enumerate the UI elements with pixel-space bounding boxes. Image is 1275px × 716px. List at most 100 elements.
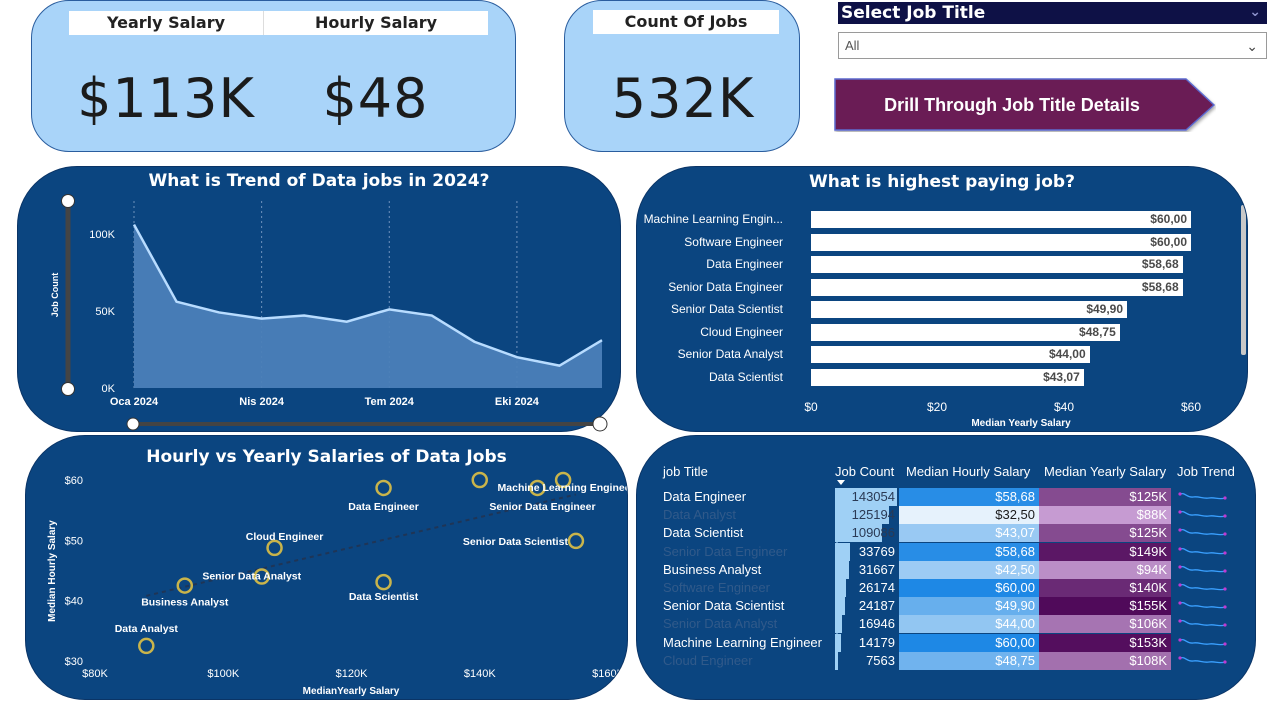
trend-x-tick: Nis 2024 [239,396,285,408]
col-header-job-count[interactable]: Job Count [835,464,894,479]
job-trend-sparkline [1178,637,1227,646]
bar-row[interactable]: Data Scientist $43,07 [637,368,1247,386]
table-row-title[interactable]: Business Analyst [663,561,835,579]
bar-row[interactable]: Cloud Engineer $48,75 [637,323,1247,341]
sparkline-start-dot [1178,492,1182,496]
sparkline-start-dot [1178,619,1182,623]
sparkline-path [1179,583,1226,591]
bar-scrollbar[interactable] [1241,205,1246,355]
trend-chart: 100K 50K 0KOca 2024 Nis 2024 Tem 2024 Eki 202… [50,201,603,408]
slicer-title-text: Select Job Title [841,3,986,23]
yearly-salary-value: $113K [77,67,255,130]
scatter-point-label: Senior Data Analyst [202,571,301,583]
table-cell-count: 14179 [858,634,895,650]
table-row-title[interactable]: Cloud Engineer [663,652,835,670]
salary-kpi-card: Yearly Salary Hourly Salary $113K $48 [31,0,516,152]
sparkline-start-dot [1178,583,1182,587]
trend-y-tick: 100K [89,229,115,241]
scatter-point-label: Data Scientist [349,591,419,603]
bar[interactable]: $49,90 [811,301,1128,318]
scatter-point-label: Senior Data Scientist [463,536,569,548]
bar-category-label: Cloud Engineer [700,324,783,339]
bar[interactable]: $60,00 [811,233,1191,251]
slicer-title: Select Job Title ⌄ [838,2,1267,24]
scatter-panel: Hourly vs Yearly Salaries of Data Jobs $… [25,435,628,700]
job-trend-sparkline [1178,546,1227,555]
sparkline-path [1179,565,1226,573]
bar-x-axis-title: Median Yearly Salary [971,418,1071,429]
table-scrollbar[interactable] [836,488,838,670]
table-row-title[interactable]: Software Engineer [663,579,835,597]
table-cell-yearly: $140K [1039,579,1171,597]
bar[interactable]: $58,68 [811,278,1183,296]
col-header-job-trend[interactable]: Job Trend [1177,464,1235,479]
job-title-dropdown[interactable]: All ⌄ [838,32,1267,59]
slicer-collapse-icon[interactable]: ⌄ [1249,1,1261,23]
scatter-point-label: Machine Learning Engineer [498,482,628,494]
sparkline-start-dot [1178,656,1182,660]
bar-row[interactable]: Machine Learning Engin... $60,00 [637,211,1247,228]
table-row-title[interactable]: Senior Data Analyst [663,615,835,633]
sparkline-start-dot [1178,510,1182,514]
bar[interactable]: $44,00 [811,346,1090,363]
sparkline-end-dot [1223,605,1227,609]
drill-through-button[interactable]: Drill Through Job Title Details [834,78,1216,132]
table-row-title[interactable]: Machine Learning Engineer [663,634,835,652]
bar[interactable]: $60,00 [811,211,1191,228]
col-header-median-hourly[interactable]: Median Hourly Salary [906,464,1030,479]
scatter-point [375,573,392,591]
bar-value-label: $58,68 [1141,257,1179,271]
table-row-title[interactable]: Data Engineer [663,488,835,506]
bar-value-label: $58,68 [1141,279,1179,294]
table-cell-hourly: $44,00 [899,615,1039,634]
bar-value-label: $44,00 [1048,347,1086,361]
table-cell-yearly: $149K [1039,542,1171,561]
col-header-job-title[interactable]: job Title [663,464,708,479]
table-row-title[interactable]: Data Scientist [663,524,835,542]
table-cell-count: 26174 [858,580,895,595]
table-cell-yearly: $106K [1039,615,1171,634]
table-cell-hourly: $60,00 [899,633,1039,652]
bar[interactable]: $58,68 [811,256,1183,273]
bar-value-label: $60,00 [1150,212,1187,226]
trend-x-tick: Eki 2024 [495,396,540,408]
col-header-median-yearly[interactable]: Median Yearly Salary [1044,464,1166,479]
bar[interactable]: $43,07 [811,368,1084,386]
bar-row[interactable]: Software Engineer $60,00 [637,233,1247,251]
scatter-point-label: Data Analyst [115,623,179,635]
table-cell-yearly: $125K [1039,524,1171,543]
scatter-point [176,577,194,594]
bar-category-label: Software Engineer [684,234,783,249]
scatter-point-label: Business Analyst [141,597,229,609]
scatter-x-tick: $100K [207,668,239,680]
sparkline-path [1179,638,1226,645]
table-cell-count: 143054 [851,489,895,504]
sparkline-end-dot [1223,587,1227,591]
job-trend-sparkline [1178,656,1227,664]
sparkline-path [1179,602,1226,609]
bar-value-label: $49,90 [1086,302,1124,316]
job-trend-sparkline [1178,510,1227,518]
bar-row[interactable]: Senior Data Engineer $58,68 [637,278,1247,296]
table-row-title[interactable]: Data Analyst [663,506,835,524]
scatter-chart: $80K $100K $120K $140K $160K $60 $50 $40 $30 Medi… [47,471,628,697]
bar-value-label: $60,00 [1150,234,1187,249]
scatter-point-label: Senior Data Engineer [489,501,595,513]
bar-chart: Machine Learning Engin... $60,00 Software … [637,167,1247,431]
bar-row[interactable]: Senior Data Scientist $49,90 [637,301,1247,318]
bar-row[interactable]: Senior Data Analyst $44,00 [637,346,1247,363]
sparkline-start-dot [1178,528,1182,532]
bar[interactable]: $48,75 [811,323,1120,341]
scatter-x-tick: $160K [592,668,624,680]
table-row-title[interactable]: Senior Data Scientist [663,597,835,615]
job-table-panel: job Title Job Count Median Hourly Salary… [636,435,1256,700]
trend-y-axis-title: Job Count [50,273,60,318]
table-row-title[interactable]: Senior Data Engineer [663,543,835,561]
bar-row[interactable]: Data Engineer $58,68 [637,256,1247,273]
bar-x-tick: $0 [804,400,818,414]
scatter-point [375,479,392,497]
table-cell-yearly: $155K [1039,597,1171,616]
sparkline-path [1179,656,1226,664]
hourly-salary-value: $48 [322,67,429,130]
job-title-dropdown-value: All [845,38,860,53]
